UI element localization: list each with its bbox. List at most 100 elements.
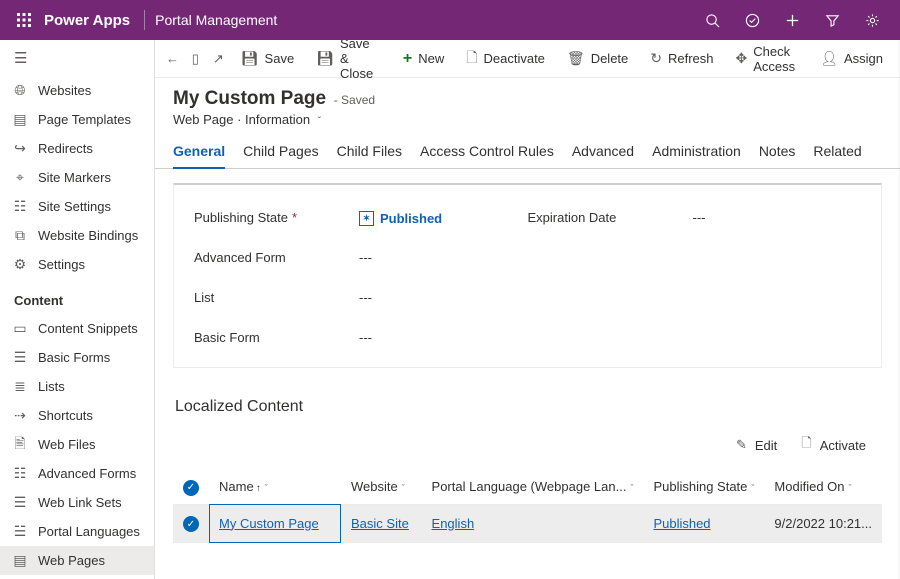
chevron-down-icon: ˇ	[751, 483, 754, 493]
save-button[interactable]: 💾︎Save	[232, 40, 303, 77]
settings-icon: ☷	[12, 198, 28, 215]
field-value-publishing-state[interactable]: ✶Published	[359, 209, 528, 226]
sidebar-item-site-settings[interactable]: ☷Site Settings	[0, 192, 154, 221]
cmd-label: Check Access	[753, 44, 798, 74]
sidebar-item-portal-languages[interactable]: ☱Portal Languages	[0, 517, 154, 546]
tab-child-pages[interactable]: Child Pages	[243, 143, 319, 168]
sidebar-item-website-bindings[interactable]: ⧉Website Bindings	[0, 221, 154, 250]
tab-related[interactable]: Related	[813, 143, 861, 168]
tab-access-control[interactable]: Access Control Rules	[420, 143, 554, 168]
entity-label: Web Page	[173, 112, 233, 127]
delete-button[interactable]: 🗑Delete	[558, 40, 637, 77]
record-header: My Custom Page - Saved Web Page · Inform…	[155, 78, 900, 133]
plus-icon: +	[403, 50, 412, 68]
cmd-label: Save & Close	[340, 40, 381, 81]
gear-icon[interactable]	[852, 0, 892, 40]
activate-button[interactable]: 🗋 Activate	[791, 430, 876, 460]
sidebar-item-web-pages[interactable]: ▤Web Pages	[0, 546, 154, 575]
sidebar-item-site-markers[interactable]: ⌖Site Markers	[0, 163, 154, 192]
sidebar-item-label: Lists	[38, 379, 65, 394]
refresh-icon: ↻	[650, 50, 662, 67]
sidebar-item-lists[interactable]: ≣ Lists	[0, 372, 154, 401]
tab-child-files[interactable]: Child Files	[337, 143, 402, 168]
sidebar-item-label: Web Pages	[38, 553, 105, 568]
sidebar-item-label: Shortcuts	[38, 408, 93, 423]
sidebar-item-advanced-forms[interactable]: ☷Advanced Forms	[0, 459, 154, 488]
col-name[interactable]: Name↑ˇ	[209, 470, 341, 504]
file-icon: 🖹	[12, 433, 28, 457]
filter-icon[interactable]	[812, 0, 852, 40]
form-name[interactable]: Information	[245, 112, 310, 127]
assign-button[interactable]: 👤︎Assign	[811, 40, 892, 77]
cell-name[interactable]: My Custom Page	[209, 504, 341, 543]
sidebar-item-web-files[interactable]: 🖹 Web Files	[0, 430, 154, 459]
save-icon: 💾︎	[241, 50, 259, 67]
hamburger-icon[interactable]: ☰	[0, 40, 154, 76]
sidebar-item-content-snippets[interactable]: ▭Content Snippets	[0, 314, 154, 343]
add-icon[interactable]	[772, 0, 812, 40]
sidebar-item-redirects[interactable]: ↪Redirects	[0, 134, 154, 163]
col-language[interactable]: Portal Language (Webpage Lan...ˇ	[422, 470, 644, 504]
save-close-button[interactable]: 💾︎Save & Close	[307, 40, 390, 77]
open-new-icon[interactable]: ↗	[209, 51, 228, 67]
form-icon: ☰	[12, 349, 28, 366]
col-website[interactable]: Websiteˇ	[341, 470, 422, 504]
field-value-expiration-date[interactable]: ---	[693, 210, 862, 225]
activate-icon: 🗋	[801, 434, 811, 456]
field-value-basic-form[interactable]: ---	[359, 330, 861, 345]
sidebar-item-web-link-sets[interactable]: ☰Web Link Sets	[0, 488, 154, 517]
task-icon[interactable]	[732, 0, 772, 40]
check-access-button[interactable]: ✥Check Access	[727, 40, 808, 77]
localized-content-grid: ✓ Name↑ˇ Websiteˇ Portal Language (Webpa…	[173, 470, 882, 543]
edit-button[interactable]: ✎Edit	[726, 430, 787, 460]
cell-pubstate[interactable]: Published	[643, 504, 764, 543]
search-icon[interactable]	[692, 0, 732, 40]
tab-general[interactable]: General	[173, 143, 225, 169]
sidebar-item-shortcuts[interactable]: ⇢Shortcuts	[0, 401, 154, 430]
field-label-basic-form: Basic Form	[194, 330, 359, 345]
cmd-label: New	[418, 51, 444, 66]
sidebar-item-websites[interactable]: 🌐︎Websites	[0, 76, 154, 105]
table-row[interactable]: ✓ My Custom Page Basic Site English Publ…	[173, 504, 882, 543]
refresh-button[interactable]: ↻Refresh	[641, 40, 722, 77]
field-label-publishing-state: Publishing State	[194, 210, 288, 225]
field-label-advanced-form: Advanced Form	[194, 250, 359, 265]
field-value-advanced-form[interactable]: ---	[359, 250, 861, 265]
field-value-list[interactable]: ---	[359, 290, 861, 305]
col-pubstate[interactable]: Publishing Stateˇ	[643, 470, 764, 504]
global-header: Power Apps Portal Management	[0, 0, 900, 40]
row-checkbox[interactable]: ✓	[173, 504, 209, 543]
sort-asc-icon: ↑	[256, 483, 261, 494]
new-button[interactable]: + New	[394, 40, 453, 77]
cmd-label: Assign	[844, 51, 883, 66]
deactivate-icon: 🗋	[466, 47, 477, 71]
col-modified[interactable]: Modified Onˇ	[764, 470, 882, 504]
tool-label: Edit	[755, 438, 777, 453]
form-selector-icon[interactable]: ▯	[186, 51, 205, 67]
back-icon[interactable]: ←	[163, 51, 182, 66]
select-all-header[interactable]: ✓	[173, 470, 209, 504]
deactivate-button[interactable]: 🗋Deactivate	[457, 40, 554, 77]
gear-icon: ⚙	[12, 256, 28, 273]
sidebar-item-label: Site Markers	[38, 170, 111, 185]
sidebar-item-label: Page Templates	[38, 112, 131, 127]
list-icon: ≣	[12, 378, 28, 395]
tab-administration[interactable]: Administration	[652, 143, 741, 168]
published-text: Published	[380, 211, 442, 226]
sidebar-item-settings[interactable]: ⚙Settings	[0, 250, 154, 279]
app-launcher-icon[interactable]	[8, 13, 40, 27]
sidebar-item-page-templates[interactable]: ▤Page Templates	[0, 105, 154, 134]
tab-notes[interactable]: Notes	[759, 143, 796, 168]
sidebar-heading-content: Content	[0, 279, 154, 314]
tool-label: Activate	[820, 438, 866, 453]
cell-modified: 9/2/2022 10:21...	[764, 504, 882, 543]
chevron-down-icon[interactable]: ˇ	[318, 116, 321, 127]
sidebar-item-label: Web Files	[38, 437, 96, 452]
tab-advanced[interactable]: Advanced	[572, 143, 634, 168]
divider	[144, 10, 145, 30]
grid-toolbar: ✎Edit 🗋 Activate	[173, 430, 882, 470]
sidebar-item-basic-forms[interactable]: ☰Basic Forms	[0, 343, 154, 372]
field-label-list: List	[194, 290, 359, 305]
cell-website[interactable]: Basic Site	[341, 504, 422, 543]
cell-language[interactable]: English	[422, 504, 644, 543]
